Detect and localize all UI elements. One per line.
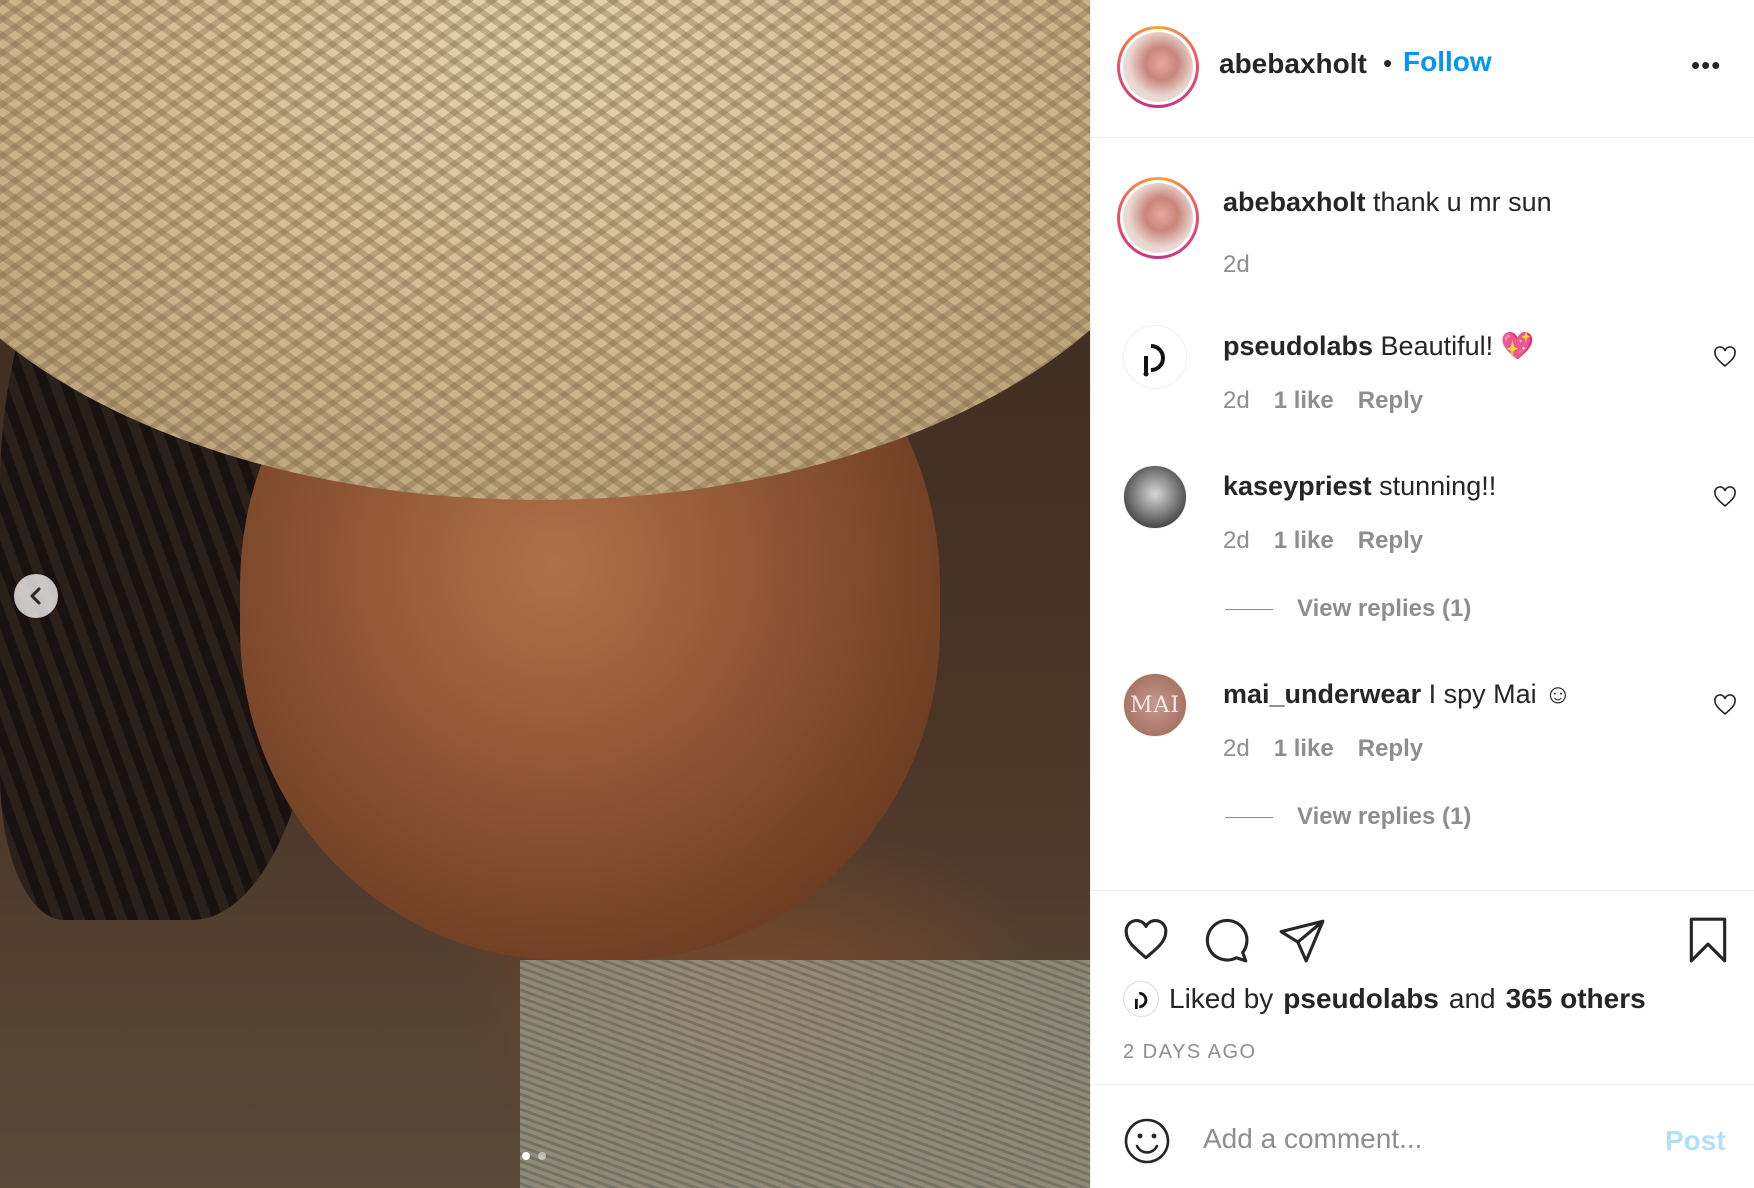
photo-hat (0, 0, 1090, 500)
comment-username[interactable]: pseudolabs (1223, 331, 1373, 361)
add-comment-bar: Post (1091, 1084, 1754, 1188)
reply-button[interactable]: Reply (1358, 527, 1423, 555)
comment-likes[interactable]: 1 like (1274, 387, 1334, 415)
carousel-dot (522, 1152, 530, 1160)
comment-likes[interactable]: 1 like (1274, 527, 1334, 555)
heart-icon[interactable] (1713, 485, 1737, 509)
likes-prefix: Liked by (1169, 983, 1274, 1014)
comment-time[interactable]: 2d (1223, 387, 1250, 415)
caption-time[interactable]: 2d (1223, 251, 1250, 279)
more-options-icon[interactable]: ••• (1691, 50, 1721, 81)
likes-others[interactable]: 365 others (1506, 983, 1646, 1015)
comment-text-row: kaseypriest stunning!! (1223, 469, 1496, 503)
post-photo[interactable] (0, 0, 1090, 1188)
caption-username[interactable]: abebaxholt (1223, 187, 1366, 217)
carousel-prev-button[interactable] (14, 574, 58, 618)
view-replies-label: View replies (1) (1297, 803, 1472, 830)
comment-avatar[interactable] (1123, 325, 1187, 389)
view-replies-line (1225, 608, 1273, 610)
comment-time[interactable]: 2d (1223, 527, 1250, 555)
comment-text: stunning!! (1379, 471, 1497, 501)
photo-ground (520, 960, 1090, 1188)
comment-bubble-icon[interactable] (1201, 915, 1251, 965)
post-header: abebaxholt • Follow ••• (1091, 0, 1754, 138)
comment-text-row: pseudolabs Beautiful! 💖 (1223, 329, 1534, 363)
bookmark-icon[interactable] (1683, 915, 1733, 965)
view-replies-button[interactable]: View replies (1) (1225, 803, 1471, 831)
post-actions: Liked by pseudolabs and 365 others 2 DAY… (1091, 890, 1754, 1086)
caption-text-row: abebaxholt thank u mr sun (1223, 185, 1552, 219)
post-panel: abebaxholt • Follow ••• abebaxholt thank… (1090, 0, 1754, 1188)
comment-username[interactable]: kaseypriest (1223, 471, 1372, 501)
comment-avatar[interactable]: MAI (1123, 673, 1187, 737)
post-timestamp[interactable]: 2 DAYS AGO (1123, 1041, 1257, 1064)
comment-text-row: mai_underwear I spy Mai ☺ (1223, 677, 1572, 711)
heart-icon[interactable] (1713, 693, 1737, 717)
comment-input[interactable] (1203, 1115, 1643, 1163)
comment-meta: 2d 1 like Reply (1223, 527, 1423, 555)
view-replies-label: View replies (1) (1297, 595, 1472, 622)
header-separator: • (1383, 48, 1393, 78)
mai-logo-text: MAI (1129, 692, 1181, 718)
pseudolabs-logo-icon (1134, 991, 1148, 1009)
author-avatar[interactable] (1117, 26, 1199, 108)
caption-meta: 2d (1223, 251, 1250, 279)
comment-time[interactable]: 2d (1223, 735, 1250, 763)
author-username[interactable]: abebaxholt (1219, 48, 1367, 80)
follow-button[interactable]: Follow (1403, 46, 1492, 78)
heart-icon[interactable] (1713, 345, 1737, 369)
caption-text: thank u mr sun (1373, 187, 1552, 217)
comment-username[interactable]: mai_underwear (1223, 679, 1421, 709)
chevron-left-icon (30, 587, 41, 605)
share-send-icon[interactable] (1277, 915, 1327, 965)
like-heart-icon[interactable] (1121, 915, 1171, 965)
comment-meta: 2d 1 like Reply (1223, 735, 1423, 763)
likes-user[interactable]: pseudolabs (1283, 983, 1439, 1015)
post-comment-button[interactable]: Post (1665, 1125, 1726, 1157)
pseudolabs-logo-icon (1124, 326, 1186, 388)
comment-meta: 2d 1 like Reply (1223, 387, 1423, 415)
emoji-icon[interactable] (1123, 1117, 1171, 1165)
carousel-indicator (522, 1152, 546, 1160)
likes-summary: Liked by pseudolabs and 365 others (1123, 981, 1646, 1017)
comment-text: Beautiful! 💖 (1380, 331, 1535, 361)
likes-and: and (1448, 983, 1496, 1014)
caption-avatar[interactable] (1117, 177, 1199, 259)
comment-likes[interactable]: 1 like (1274, 735, 1334, 763)
comment-text: I spy Mai ☺ (1428, 679, 1572, 709)
reply-button[interactable]: Reply (1358, 735, 1423, 763)
reply-button[interactable]: Reply (1358, 387, 1423, 415)
carousel-dot (538, 1152, 546, 1160)
view-replies-button[interactable]: View replies (1) (1225, 595, 1471, 623)
comments-list[interactable]: abebaxholt thank u mr sun 2d pseudolabs … (1091, 139, 1754, 891)
view-replies-line (1225, 816, 1273, 818)
likes-avatar[interactable] (1123, 981, 1159, 1017)
comment-avatar[interactable] (1123, 465, 1187, 529)
